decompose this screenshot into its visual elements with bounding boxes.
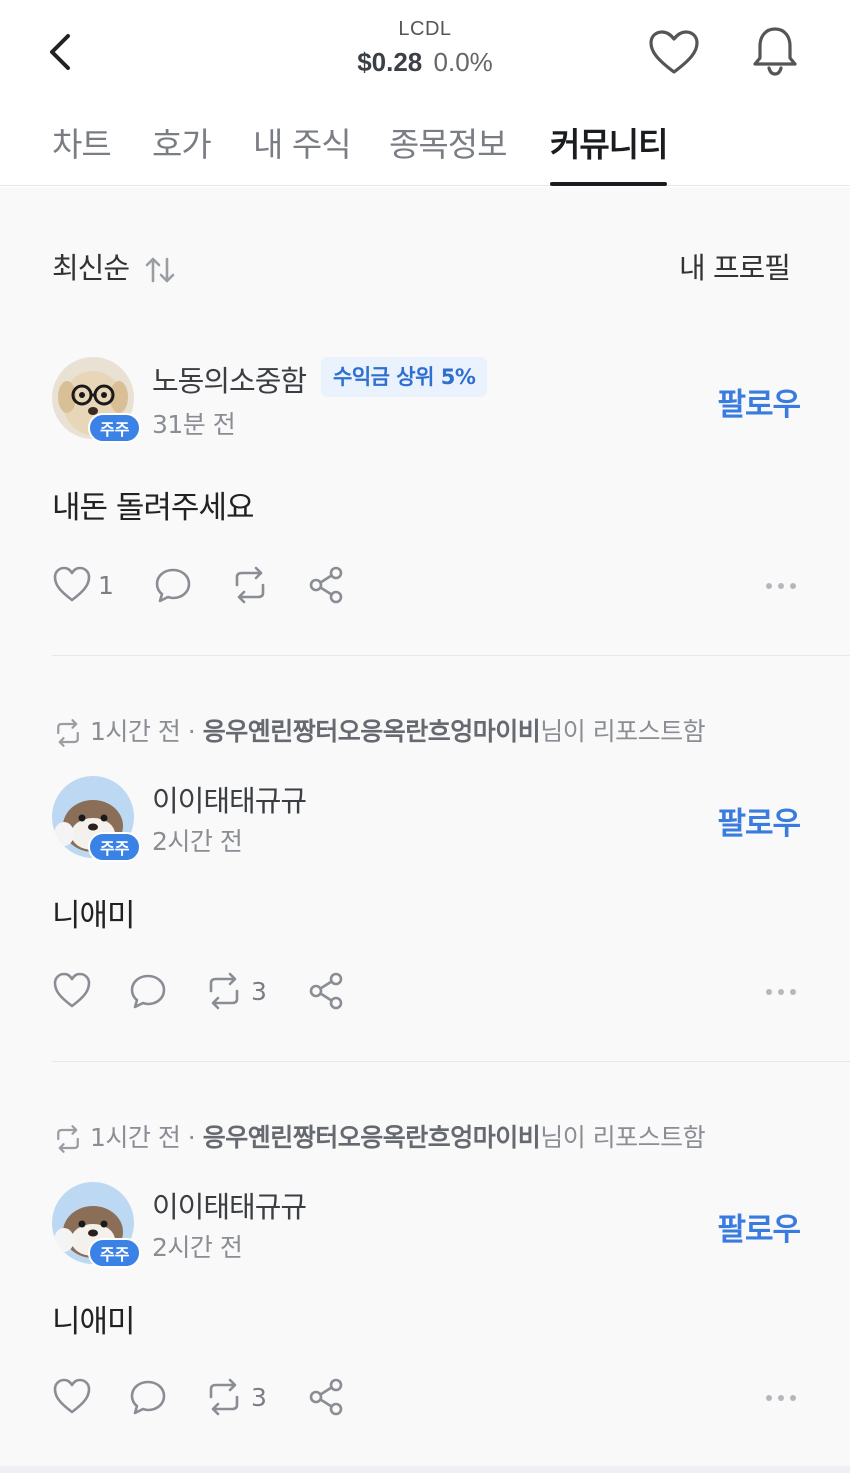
repost-count: 3 [251, 1382, 267, 1412]
post-actions: 1 [0, 562, 850, 612]
more-button[interactable] [764, 982, 798, 1001]
repost-time: 1시간 전 [90, 1123, 181, 1152]
sort-bar: 최신순 내 프로필 [0, 187, 850, 317]
more-button[interactable] [764, 1388, 798, 1407]
follow-button[interactable]: 팔로우 [717, 1204, 801, 1249]
bottom-edge [0, 1466, 850, 1473]
repost-icon [57, 719, 79, 747]
repost-count: 3 [251, 976, 267, 1006]
post-content[interactable]: 니애미 [52, 890, 136, 935]
sort-label: 최신순 [52, 251, 130, 285]
holder-badge: 주주 [88, 832, 142, 862]
share-icon [309, 1378, 343, 1416]
active-tab-indicator [550, 182, 667, 186]
post-actions: 3 [0, 1374, 850, 1424]
rank-tag: 수익금 상위 5% [321, 357, 488, 397]
post-actions: 3 [0, 968, 850, 1018]
repost-info: 1시간 전 · 응우옌린짱터오응옥란흐엉마이비님이 리포스트함 [52, 712, 706, 748]
post-divider [52, 655, 850, 656]
follow-button[interactable]: 팔로우 [717, 798, 801, 843]
post-content[interactable]: 내돈 돌려주세요 [52, 482, 254, 527]
post-time: 2시간 전 [152, 827, 243, 856]
stock-price: $0.28 [357, 47, 423, 77]
repost-info: 1시간 전 · 응우옌린짱터오응옥란흐엉마이비님이 리포스트함 [52, 1118, 706, 1154]
like-button[interactable] [52, 1374, 98, 1420]
reposter-name[interactable]: 응우옌린짱터오응옥란흐엉마이비 [203, 717, 541, 746]
repost-separator: · [180, 1123, 203, 1152]
heart-icon [53, 566, 91, 602]
comment-bubble-icon [130, 1380, 166, 1415]
share-button[interactable] [307, 968, 345, 1014]
comment-button[interactable] [154, 562, 198, 608]
repost-button[interactable] [229, 562, 277, 608]
tab-orderbook[interactable]: 호가 [152, 118, 212, 186]
holder-badge: 주주 [88, 1238, 142, 1268]
repost-time: 1시간 전 [90, 717, 181, 746]
like-button[interactable] [52, 968, 98, 1014]
bell-icon [753, 27, 797, 76]
repost-separator: · [180, 717, 203, 746]
repost-icon [209, 1378, 239, 1416]
like-count: 1 [98, 570, 114, 600]
stock-header: LCDL $0.28 0.0% [0, 18, 850, 78]
avatar[interactable]: 주주 [52, 357, 142, 443]
ticker-symbol: LCDL [398, 18, 452, 40]
tab-stock-info[interactable]: 종목정보 [389, 118, 507, 186]
repost-icon [209, 972, 239, 1010]
more-dots-icon [766, 583, 796, 589]
post-time: 2시간 전 [152, 1233, 243, 1262]
post-username[interactable]: 이이태태규규 [152, 1184, 307, 1226]
notification-button[interactable] [750, 24, 800, 78]
repost-suffix: 님이 리포스트함 [540, 717, 706, 746]
tab-chart[interactable]: 차트 [52, 118, 112, 186]
heart-icon [649, 30, 699, 74]
heart-icon [53, 972, 91, 1008]
more-dots-icon [766, 989, 796, 995]
price-line: $0.28 0.0% [0, 47, 850, 78]
tab-community[interactable]: 커뮤니티 [550, 118, 668, 186]
tab-my-stock[interactable]: 내 주식 [253, 118, 352, 186]
comment-bubble-icon [130, 974, 166, 1009]
repost-suffix: 님이 리포스트함 [540, 1123, 706, 1152]
post-divider [52, 1061, 850, 1062]
like-button[interactable]: 1 [52, 562, 114, 608]
post-time: 31분 전 [152, 410, 236, 439]
sort-dropdown[interactable]: 최신순 [52, 245, 177, 287]
follow-button[interactable]: 팔로우 [717, 379, 801, 424]
repost-button[interactable]: 3 [203, 1374, 267, 1420]
tab-bar: 차트 호가 내 주식 종목정보 커뮤니티 [0, 100, 850, 186]
share-icon [309, 972, 343, 1010]
share-button[interactable] [307, 562, 345, 608]
share-button[interactable] [307, 1374, 345, 1420]
reposter-name[interactable]: 응우옌린짱터오응옥란흐엉마이비 [203, 1123, 541, 1152]
post-content[interactable]: 니애미 [52, 1296, 136, 1341]
comment-button[interactable] [129, 968, 173, 1014]
sort-arrows-icon [145, 257, 175, 283]
repost-icon [57, 1125, 79, 1153]
comment-button[interactable] [129, 1374, 173, 1420]
comment-bubble-icon [155, 568, 191, 603]
more-button[interactable] [764, 576, 798, 595]
top-bar: LCDL $0.28 0.0% [0, 0, 850, 100]
price-change: 0.0% [433, 47, 493, 77]
share-icon [309, 566, 343, 604]
favorite-button[interactable] [648, 28, 700, 78]
more-dots-icon [766, 1395, 796, 1401]
avatar[interactable]: 주주 [52, 1182, 142, 1268]
my-profile-link[interactable]: 내 프로필 [679, 245, 791, 287]
avatar[interactable]: 주주 [52, 776, 142, 862]
post-username[interactable]: 노동의소중함 [152, 358, 307, 400]
heart-icon [53, 1378, 91, 1414]
repost-button[interactable]: 3 [203, 968, 267, 1014]
holder-badge: 주주 [88, 413, 142, 443]
repost-icon [235, 566, 265, 604]
post-username[interactable]: 이이태태규규 [152, 778, 307, 820]
